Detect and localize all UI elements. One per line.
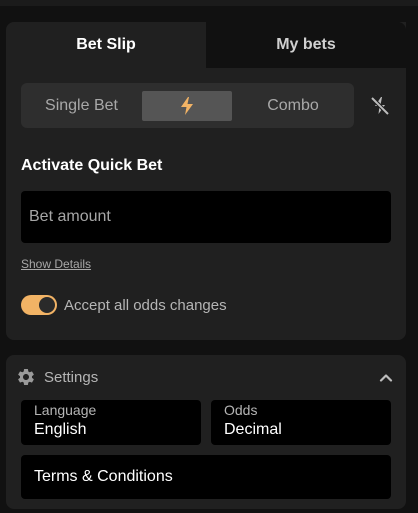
accept-odds-toggle[interactable]: [21, 295, 57, 315]
terms-label: Terms & Conditions: [34, 468, 173, 485]
tab-bet-slip[interactable]: Bet Slip: [6, 22, 206, 68]
top-divider: [0, 0, 418, 6]
settings-title: Settings: [44, 369, 99, 386]
accept-odds-label: Accept all odds changes: [64, 297, 227, 314]
bet-amount-input[interactable]: [21, 191, 391, 243]
single-bet-option[interactable]: Single Bet: [21, 83, 142, 128]
language-select[interactable]: Language English: [21, 400, 201, 445]
terms-conditions-link[interactable]: Terms & Conditions: [21, 455, 391, 499]
language-value: English: [34, 421, 87, 438]
language-label: Language: [34, 402, 97, 418]
gear-icon: [18, 368, 34, 385]
bet-type-selector: Single Bet Combo: [21, 83, 354, 128]
quick-bet-title: Activate Quick Bet: [21, 157, 163, 174]
toggle-knob: [39, 297, 55, 313]
lightning-bolt-icon: [181, 97, 193, 115]
bet-slip-panel: [6, 22, 406, 340]
odds-value: Decimal: [224, 421, 282, 438]
quick-bet-option[interactable]: [142, 91, 232, 121]
odds-format-select[interactable]: Odds Decimal: [211, 400, 391, 445]
combo-option[interactable]: Combo: [232, 83, 354, 128]
odds-label: Odds: [224, 402, 258, 418]
lightning-off-icon[interactable]: [366, 92, 394, 120]
chevron-up-icon[interactable]: [378, 370, 394, 386]
tab-my-bets[interactable]: My bets: [206, 22, 406, 68]
show-details-link[interactable]: Show Details: [21, 257, 91, 271]
